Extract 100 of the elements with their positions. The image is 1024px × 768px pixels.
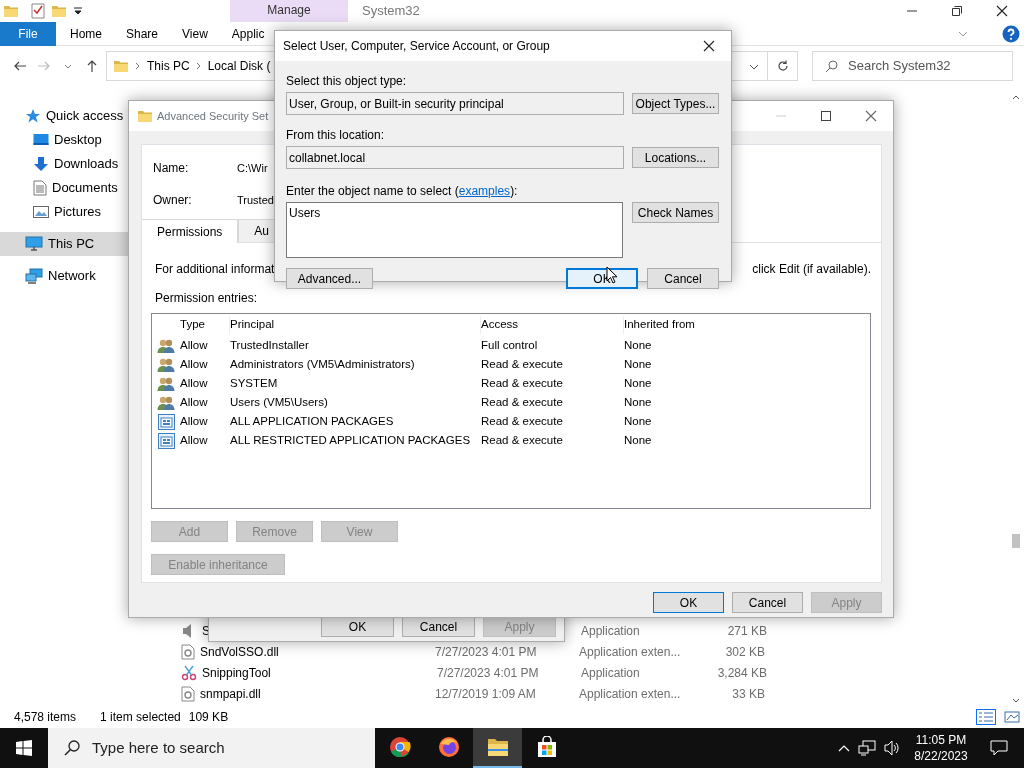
table-cell: SYSTEM (230, 376, 278, 389)
nav-item[interactable]: Downloads (0, 152, 128, 176)
table-cell: None (624, 376, 652, 389)
refresh-button[interactable] (768, 51, 798, 81)
users-icon (157, 356, 175, 373)
folder-icon (486, 737, 509, 757)
package-icon (157, 432, 175, 449)
context-tab[interactable]: Manage (230, 0, 348, 22)
breadcrumb-item[interactable]: Local Disk ( (207, 57, 271, 75)
folder-icon (51, 3, 67, 19)
properties-icon[interactable] (31, 3, 45, 19)
windows-logo-icon (16, 740, 32, 756)
file-type: Application (581, 623, 640, 638)
clock[interactable]: 11:05 PM 8/22/2023 (908, 732, 974, 764)
dialog-button[interactable]: Check Names (632, 202, 719, 223)
browser-icon (437, 736, 460, 758)
browser-icon (388, 736, 411, 758)
network-icon[interactable] (858, 740, 876, 756)
search-icon (64, 740, 80, 756)
taskbar-app[interactable] (473, 728, 522, 768)
read-only-field: User, Group, or Built-in security principal (286, 92, 624, 115)
dialog-button[interactable]: Cancel (402, 616, 475, 637)
table-cell: ALL RESTRICTED APPLICATION PACKAGES (230, 433, 471, 446)
column-header[interactable]: Access (481, 318, 519, 331)
ribbon-tab[interactable]: View (179, 21, 211, 46)
restore-icon[interactable] (951, 6, 962, 16)
users-icon (157, 375, 175, 392)
package-icon (157, 413, 175, 430)
info-text: For additional informat (155, 261, 275, 278)
instruction-text: Enter the object name to select (examples): (286, 183, 519, 200)
scroll-up-icon[interactable] (1012, 94, 1020, 100)
dialog-button[interactable]: Cancel (647, 268, 719, 289)
field-label: Name: (153, 161, 189, 175)
selection-info: 1 item selected (100, 709, 181, 726)
document-icon (33, 180, 47, 196)
dropdown-icon[interactable] (73, 6, 83, 16)
nav-item[interactable]: Quick access (0, 104, 128, 128)
folder-icon (113, 58, 129, 74)
file-name[interactable]: snmpapi.dll (200, 686, 261, 701)
examples-link[interactable]: examples (458, 184, 511, 198)
field-value: C:\Wir (237, 162, 268, 174)
chevron-down-icon[interactable] (749, 62, 759, 71)
table-cell: Read & execute (481, 433, 563, 446)
nav-item[interactable]: This PC (0, 232, 128, 256)
table-cell: Allow (180, 376, 208, 389)
table-cell: None (624, 357, 652, 370)
volume-icon[interactable] (884, 740, 900, 756)
nav-item[interactable]: Desktop (0, 128, 128, 152)
selection-size: 109 KB (188, 709, 229, 726)
tab[interactable]: Permissions (142, 219, 239, 243)
scissors-icon (181, 664, 197, 681)
column-header[interactable]: Principal (230, 318, 275, 331)
breadcrumb-item[interactable]: This PC (147, 57, 190, 75)
chevron-right-icon (135, 62, 141, 70)
table-cell: Full control (481, 338, 538, 351)
dialog-button[interactable]: OK (321, 616, 394, 637)
table-cell: None (624, 395, 652, 408)
column-header[interactable]: Inherited from (624, 318, 695, 331)
item-count: 4,578 items (14, 709, 77, 726)
file-date: 12/7/2019 1:09 AM (435, 686, 536, 701)
back-arrow-icon (13, 59, 27, 73)
up-arrow-icon (85, 59, 99, 73)
dialog-button[interactable]: Advanced... (286, 268, 373, 289)
chevron-up-icon[interactable] (838, 744, 850, 752)
dialog-button[interactable]: Object Types... (632, 93, 719, 114)
table-cell: Read & execute (481, 395, 563, 408)
scroll-down-icon[interactable] (1012, 698, 1020, 704)
nav-item[interactable]: Network (0, 264, 128, 288)
dialog-title: Select User, Computer, Service Account, or Group (282, 38, 551, 55)
ribbon-tab[interactable]: Home (67, 21, 105, 46)
dialog-button[interactable]: Cancel (732, 592, 803, 613)
object-name-field[interactable]: Users (286, 202, 623, 258)
close-icon (864, 110, 877, 122)
window-title: Advanced Security Set (157, 108, 270, 124)
table-cell: Allow (180, 433, 208, 446)
dialog-button[interactable]: OK (653, 592, 724, 613)
file-name[interactable]: SndVolSSO.dll (200, 644, 279, 659)
file-name[interactable]: SnippingTool (202, 665, 271, 680)
file-gear-icon (181, 685, 195, 702)
table-cell: ALL APPLICATION PACKAGES (230, 414, 394, 427)
search-field[interactable]: Search System32 (812, 51, 1013, 81)
large-icons-view-icon[interactable] (1004, 710, 1020, 724)
scrollbar-thumb[interactable] (1012, 534, 1020, 548)
users-icon (157, 337, 175, 354)
file-size: 271 KB (727, 623, 767, 638)
table-cell: Read & execute (481, 357, 563, 370)
table-cell: Users (VM5\Users) (230, 395, 328, 408)
maximize-icon[interactable] (820, 111, 831, 121)
dialog-button[interactable]: Locations... (632, 147, 719, 168)
nav-item[interactable]: Pictures (0, 200, 128, 224)
ribbon-tab[interactable]: Share (123, 21, 162, 46)
table-cell: Read & execute (481, 376, 563, 389)
nav-item[interactable]: Documents (0, 176, 128, 200)
field-value: Trusted (237, 194, 274, 206)
column-header[interactable]: Type (180, 318, 205, 331)
pictures-icon (33, 205, 49, 219)
help-icon[interactable] (1002, 24, 1020, 43)
ribbon-tab[interactable]: Applic (228, 21, 268, 46)
taskbar-search-field[interactable]: Type here to search (48, 728, 375, 768)
notification-icon[interactable] (990, 740, 1008, 756)
